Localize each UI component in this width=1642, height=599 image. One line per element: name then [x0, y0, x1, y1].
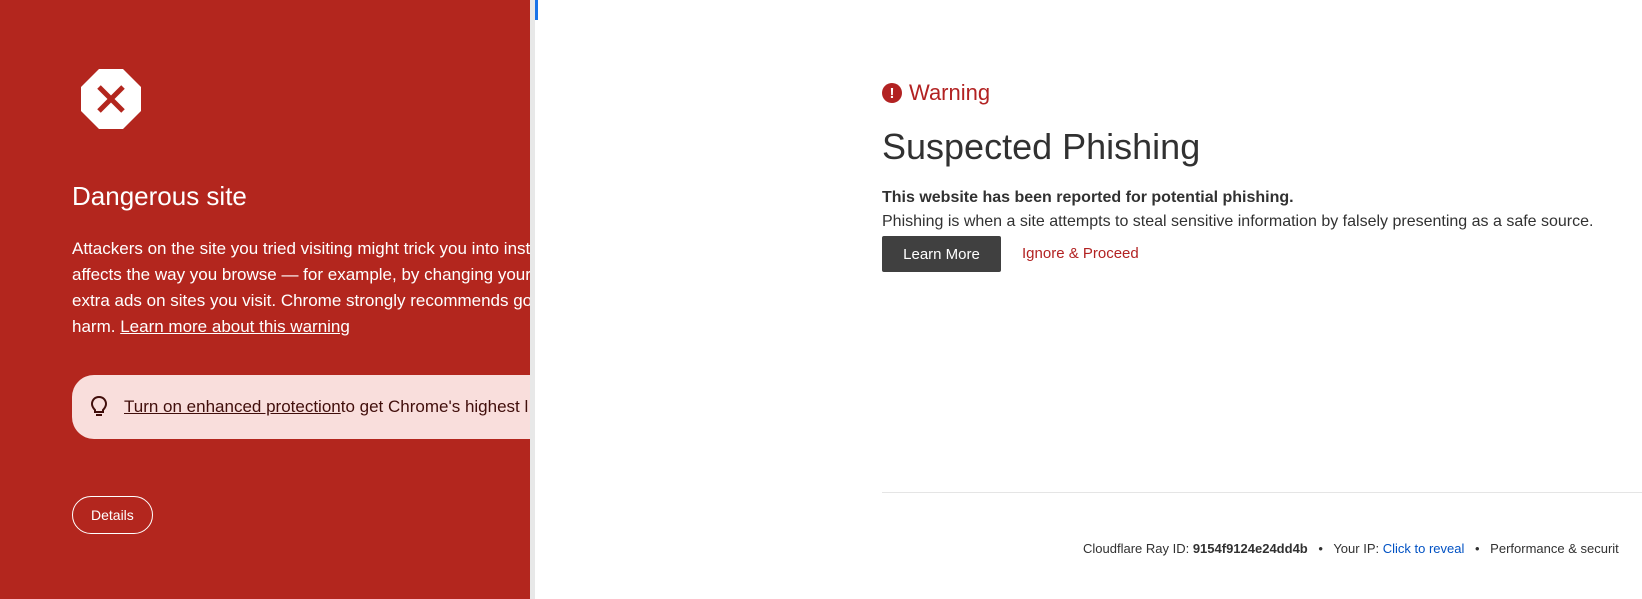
footer-divider	[882, 492, 1642, 493]
reported-text: This website has been reported for poten…	[882, 189, 1294, 206]
ray-id: 9154f9124e24dd4b	[1192, 541, 1308, 556]
exclamation-circle-icon: !	[882, 83, 902, 103]
enhanced-protection-tip: Turn on enhanced protection to get Chrom…	[72, 375, 530, 439]
cloudflare-warning-page: ! Warning Suspected Phishing This websit…	[538, 0, 1642, 599]
footer: Cloudflare Ray ID: 9154f9124e24dd4b • Yo…	[1083, 541, 1619, 556]
description-line: harm.	[72, 317, 116, 336]
warning-description: Attackers on the site you tried visiting…	[72, 236, 530, 340]
warning-label: ! Warning	[882, 80, 990, 106]
pane-divider[interactable]	[530, 0, 535, 599]
ip-label: Your IP:	[1333, 541, 1383, 556]
description-line: Attackers on the site you tried visiting…	[72, 239, 530, 258]
chrome-interstitial: Dangerous site Attackers on the site you…	[0, 0, 530, 599]
learn-more-link[interactable]: Learn more about this warning	[120, 317, 350, 336]
details-button[interactable]: Details	[72, 496, 153, 534]
page-title: Dangerous site	[72, 181, 247, 211]
learn-more-button[interactable]: Learn More	[882, 236, 1001, 272]
performance-security-text: Performance & securit	[1490, 541, 1619, 556]
reveal-ip-link[interactable]: Click to reveal	[1383, 541, 1465, 556]
tip-text: to get Chrome's highest l	[340, 397, 529, 416]
description-line: extra ads on sites you visit. Chrome str…	[72, 291, 530, 310]
enhanced-protection-link[interactable]: Turn on enhanced protection	[124, 397, 341, 417]
stop-sign-icon	[81, 69, 141, 129]
phishing-explanation: Phishing is when a site attempts to stea…	[882, 213, 1594, 230]
description-line: affects the way you browse — for example…	[72, 265, 530, 284]
warning-text: Warning	[909, 80, 991, 105]
phishing-heading: Suspected Phishing	[882, 126, 1201, 167]
ignore-proceed-link[interactable]: Ignore & Proceed	[1022, 245, 1139, 262]
ray-id-label: Cloudflare Ray ID:	[1083, 541, 1193, 556]
footer-separator: •	[1474, 541, 1480, 556]
footer-separator: •	[1318, 541, 1323, 556]
lightbulb-icon	[90, 395, 108, 416]
